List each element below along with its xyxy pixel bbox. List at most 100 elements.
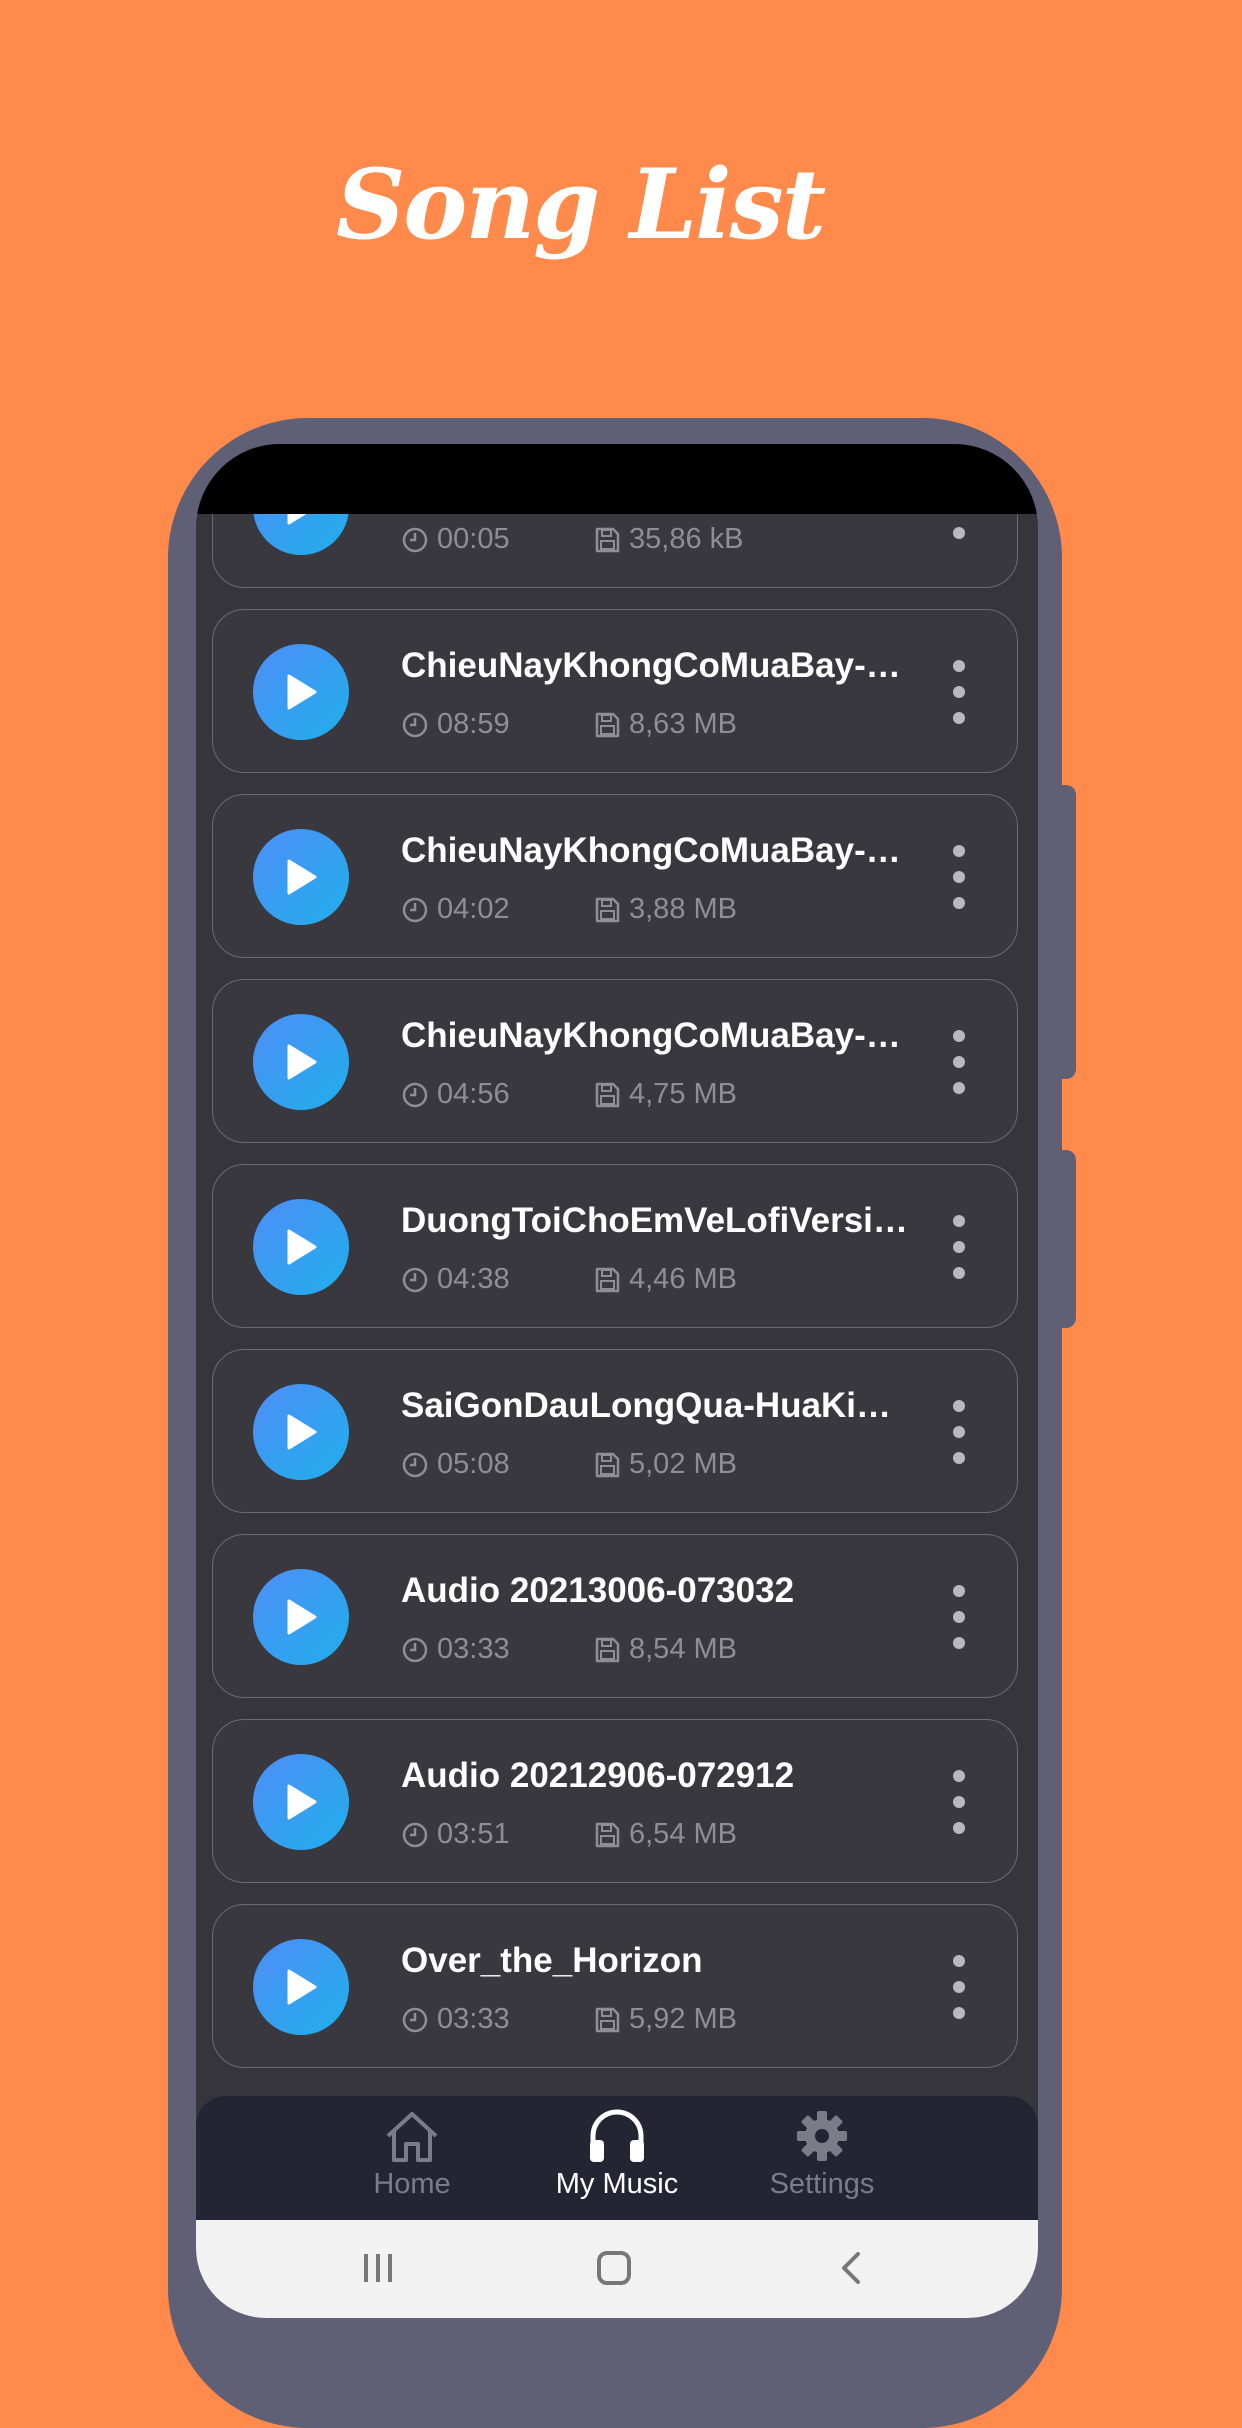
song-duration-text: 04:02 [437,893,510,925]
nav-settings-label: Settings [769,2168,875,2200]
song-duration: 03:51 [401,1818,510,1851]
clock-icon [402,1452,428,1477]
floppy-disk-icon [595,712,620,737]
song-duration-text: 04:38 [437,1263,510,1295]
song-card[interactable]: ChieuNayKhongCoMuaBay-Trung 08:59 8,63 M… [212,609,1018,773]
song-size: 4,75 MB [593,1078,737,1111]
phone-volume-button [1052,785,1076,1079]
nav-settings[interactable]: Settings [712,2108,932,2201]
more-options-icon[interactable] [949,660,969,724]
more-options-icon[interactable] [949,1585,969,1649]
nav-my-music-label: My Music [555,2168,679,2200]
play-button[interactable] [253,1384,349,1480]
song-duration: 04:56 [401,1078,510,1111]
clock-icon [402,527,428,552]
floppy-disk-icon [595,897,620,922]
floppy-disk-icon [595,2007,620,2032]
clock-icon [402,2007,428,2032]
song-duration-text: 03:33 [437,1633,510,1665]
song-card[interactable]: ChieuNayKhongCoMuaBay-Trung 04:56 4,75 M… [212,979,1018,1143]
more-options-icon[interactable] [949,1400,969,1464]
song-duration-text: 04:56 [437,1078,510,1110]
clock-icon [402,1267,428,1292]
song-duration: 03:33 [401,2003,510,2036]
play-button[interactable] [253,829,349,925]
song-title: SaiGonDauLongQua-HuaKimTuyen [401,1386,911,1425]
page-title: Song List [335,148,826,261]
song-card[interactable]: Audio 20212906-072912 03:51 6,54 MB [212,1719,1018,1883]
song-card[interactable]: Audio 20213006-073032 03:33 8,54 MB [212,1534,1018,1698]
song-size-text: 4,75 MB [629,1078,737,1110]
song-size-text: 5,92 MB [629,2003,737,2035]
floppy-disk-icon [595,1822,620,1847]
more-options-icon[interactable] [949,1215,969,1279]
more-options-icon[interactable] [949,1955,969,2019]
song-duration: 05:08 [401,1448,510,1481]
clock-icon [402,897,428,922]
play-button[interactable] [253,1199,349,1295]
bottom-navigation: Home My Music Settings [196,2096,1038,2220]
floppy-disk-icon [595,527,620,552]
phone-power-button [1052,1150,1076,1328]
song-duration-text: 03:33 [437,2003,510,2035]
song-size-text: 8,54 MB [629,1633,737,1665]
song-card[interactable]: DuongToiChoEmVeLofiVersion 04:38 4,46 MB [212,1164,1018,1328]
play-button[interactable] [253,1754,349,1850]
play-button[interactable] [253,1014,349,1110]
status-bar [196,444,1038,514]
song-size-text: 5,02 MB [629,1448,737,1480]
clock-icon [402,1822,428,1847]
back-icon[interactable] [836,2250,866,2286]
clock-icon [402,1082,428,1107]
song-title: ChieuNayKhongCoMuaBay-Trung [401,831,911,870]
home-button-icon[interactable] [594,2250,634,2286]
clock-icon [402,712,428,737]
song-card[interactable]: Over_the_Horizon 03:33 5,92 MB [212,1904,1018,2068]
nav-my-music[interactable]: My Music [507,2108,727,2201]
play-button[interactable] [253,644,349,740]
play-button[interactable] [253,1569,349,1665]
play-icon [287,674,317,710]
song-title: Audio 20213006-073032 [401,1571,795,1610]
song-title: DuongToiChoEmVeLofiVersion [401,1201,911,1240]
play-button[interactable] [253,1939,349,2035]
play-icon [287,1414,317,1450]
song-size: 8,54 MB [593,1633,737,1666]
song-card[interactable]: SaiGonDauLongQua-HuaKimTuyen 05:08 5,02 … [212,1349,1018,1513]
floppy-disk-icon [595,1267,620,1292]
play-icon [287,1044,317,1080]
song-duration-text: 05:08 [437,1448,510,1480]
phone-screen: record_1630230311123 00:05 35,86 kB Chie… [196,444,1038,2318]
more-options-icon[interactable] [949,845,969,909]
song-size-text: 4,46 MB [629,1263,737,1295]
song-title: Over_the_Horizon [401,1941,703,1980]
song-duration: 08:59 [401,708,510,741]
song-size: 3,88 MB [593,893,737,926]
song-title: ChieuNayKhongCoMuaBay-Trung [401,1016,911,1055]
more-options-icon[interactable] [949,1030,969,1094]
song-title: ChieuNayKhongCoMuaBay-Trung [401,646,911,685]
song-size-text: 35,86 kB [629,523,744,555]
song-size-text: 3,88 MB [629,893,737,925]
gear-icon [797,2111,847,2161]
song-duration: 03:33 [401,1633,510,1666]
play-icon [287,859,317,895]
song-duration-text: 00:05 [437,523,510,555]
more-options-icon[interactable] [949,1770,969,1834]
floppy-disk-icon [595,1452,620,1477]
floppy-disk-icon [595,1637,620,1662]
play-icon [287,1784,317,1820]
song-duration: 04:02 [401,893,510,926]
song-card[interactable]: ChieuNayKhongCoMuaBay-Trung 04:02 3,88 M… [212,794,1018,958]
song-duration-text: 08:59 [437,708,510,740]
song-size-text: 6,54 MB [629,1818,737,1850]
song-size: 5,92 MB [593,2003,737,2036]
headphones-icon [590,2109,644,2162]
song-size: 5,02 MB [593,1448,737,1481]
song-duration: 04:38 [401,1263,510,1296]
song-title: Audio 20212906-072912 [401,1756,795,1795]
home-icon [386,2112,438,2162]
nav-home[interactable]: Home [302,2108,522,2201]
play-icon [287,1969,317,2005]
recent-apps-icon[interactable] [360,2250,396,2286]
